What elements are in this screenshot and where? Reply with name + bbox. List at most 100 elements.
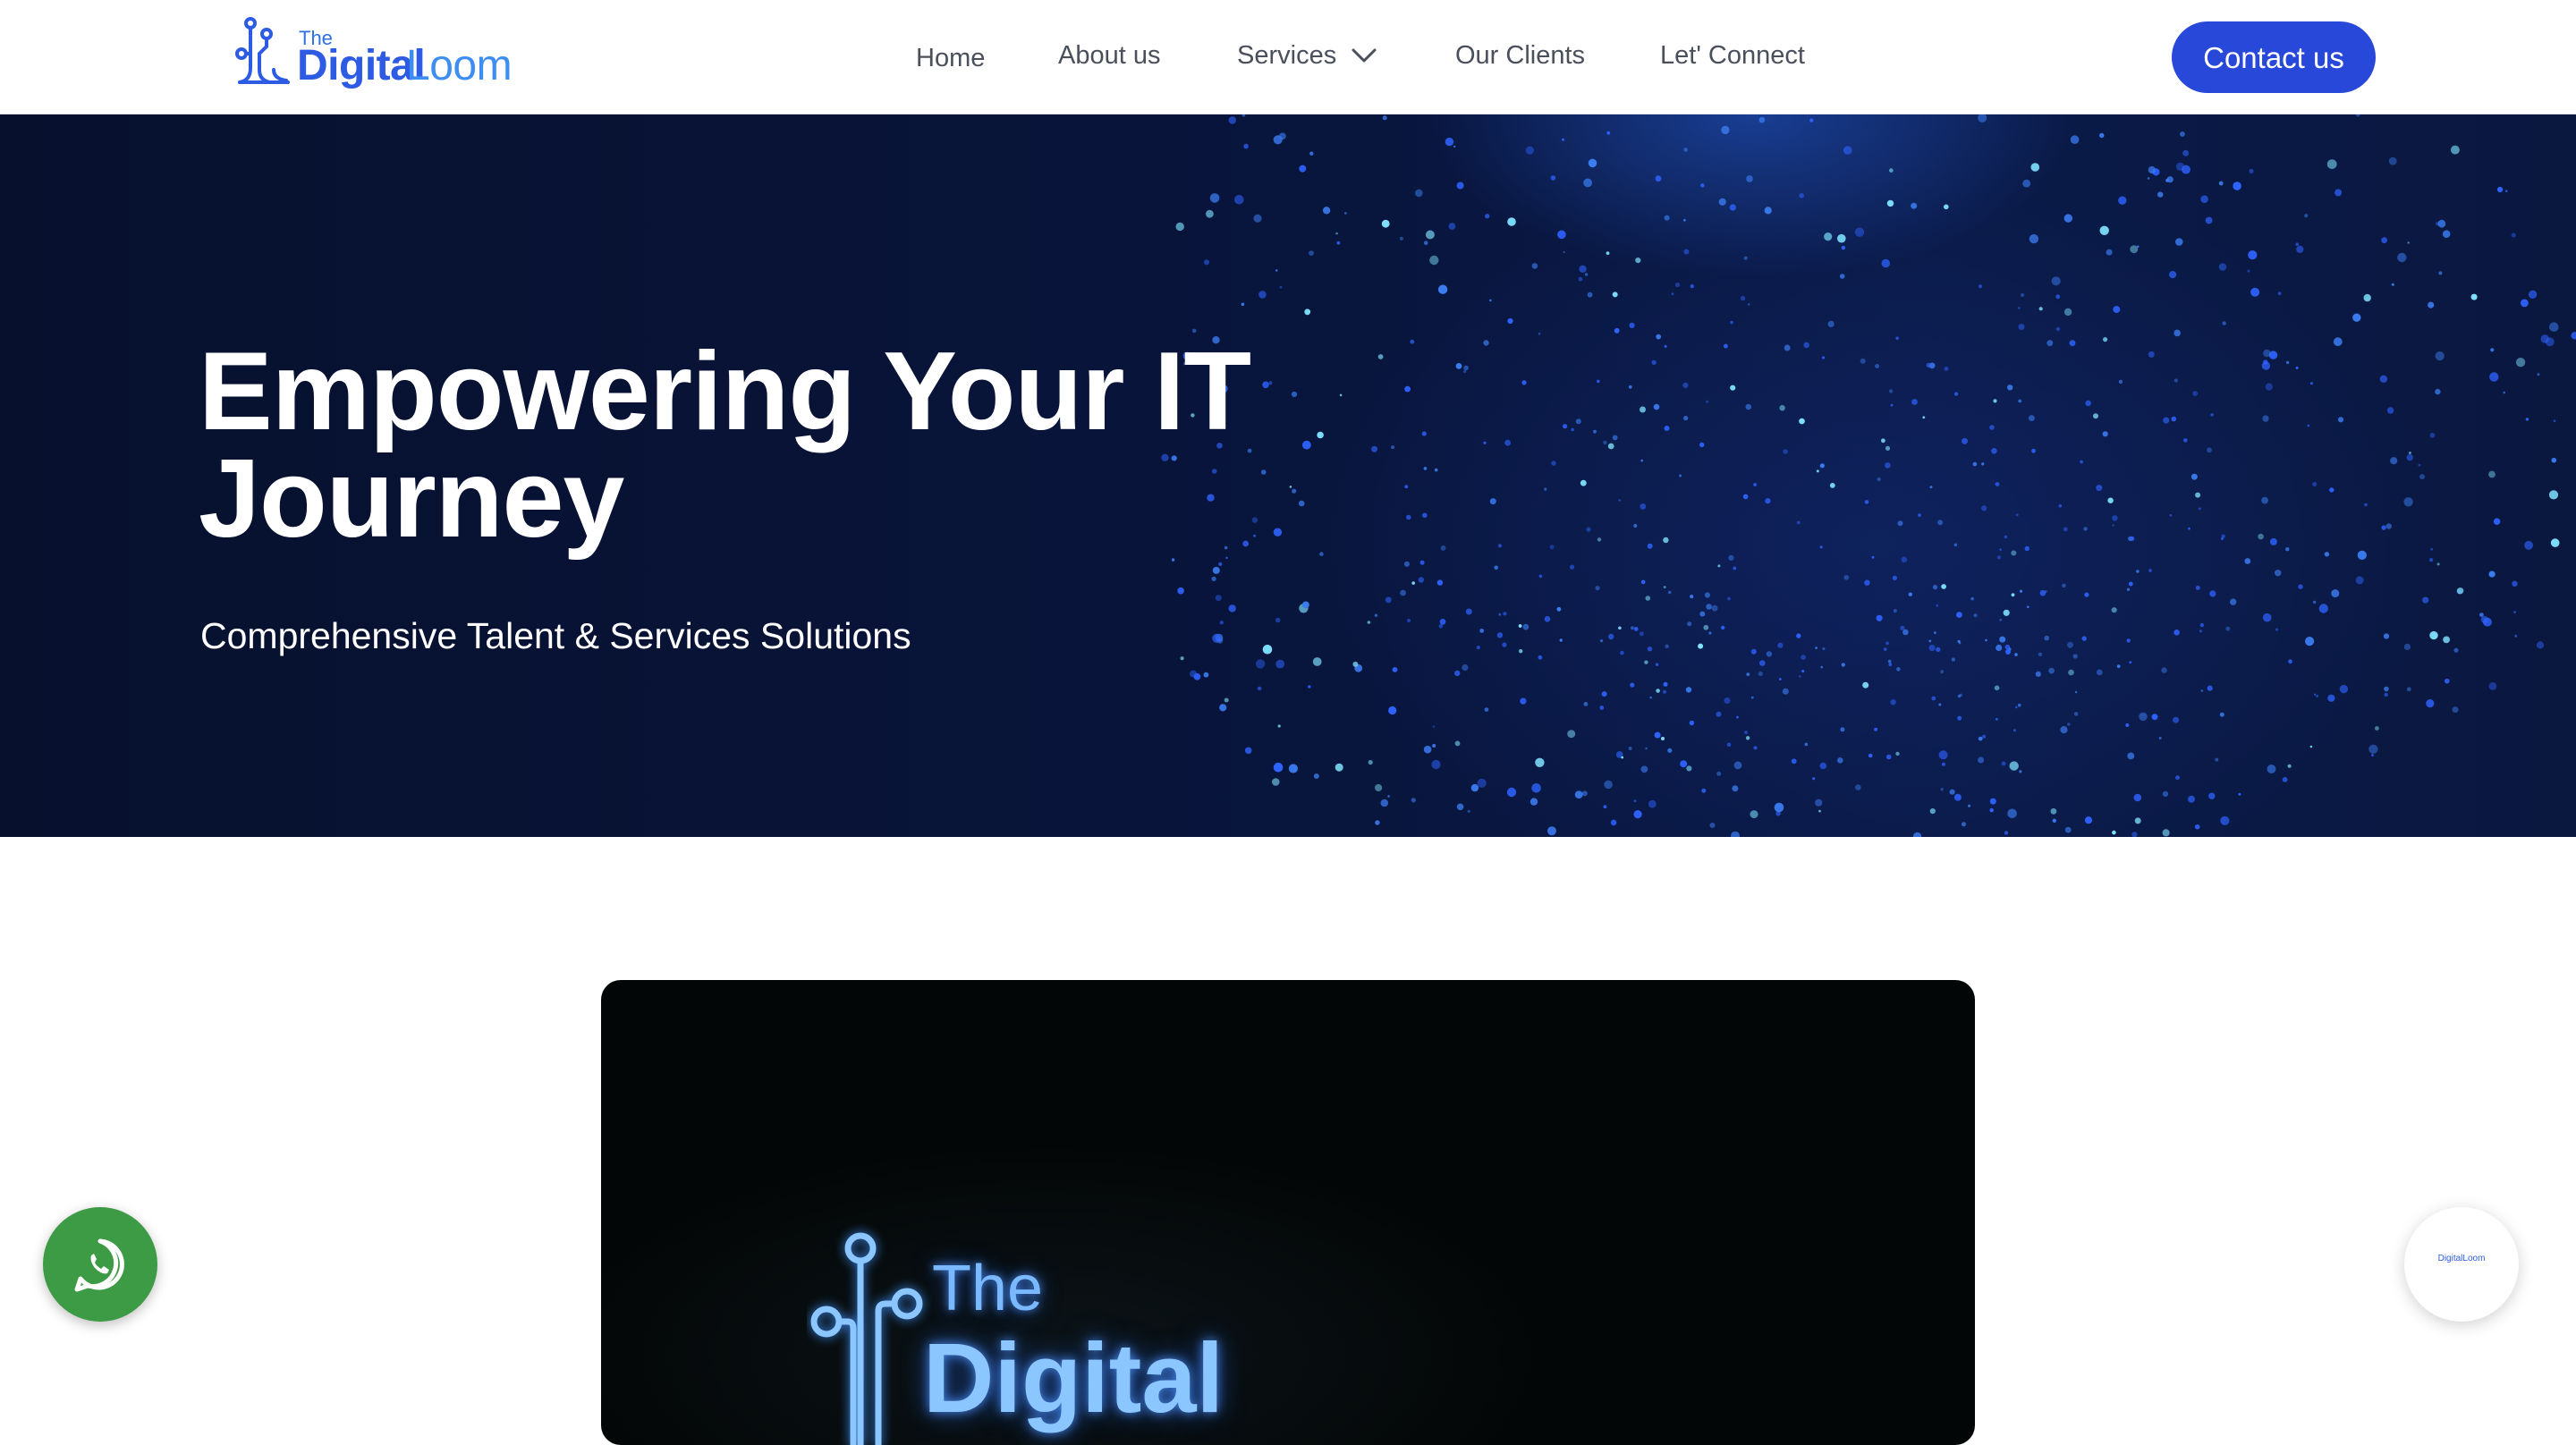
nav-item-services[interactable]: Services — [1237, 41, 1336, 71]
hero-title: Empowering Your IT Journey — [199, 330, 1251, 561]
whatsapp-button[interactable] — [43, 1207, 157, 1322]
particle-dot — [1640, 579, 1646, 585]
particle-dot — [2437, 219, 2446, 228]
particle-dot — [1881, 438, 1885, 444]
particle-dot — [1896, 667, 1901, 672]
particle-dot — [1742, 494, 1749, 500]
particle-dot — [1404, 385, 1411, 393]
particle-dot — [1745, 403, 1752, 410]
particle-dot — [1525, 146, 1534, 155]
particle-dot — [2007, 384, 2013, 391]
chat-widget-logo: DigitalLoom — [2437, 1254, 2486, 1263]
particle-dot — [2158, 737, 2162, 739]
particle-dot — [1686, 765, 1692, 772]
particle-dot — [2029, 233, 2039, 244]
particle-dot — [1344, 212, 1347, 215]
particle-dot — [2406, 687, 2411, 692]
particle-dot — [1999, 548, 2002, 551]
particle-dot — [2355, 114, 2360, 117]
particle-dot — [1689, 720, 1695, 726]
particle-dot — [1886, 199, 1894, 207]
chat-widget-button[interactable]: DigitalLoom — [2404, 1207, 2519, 1322]
particle-dot — [1579, 265, 1587, 273]
contact-us-button[interactable]: Contact us — [2172, 21, 2376, 93]
particle-dot — [1483, 441, 1487, 444]
particle-dot — [1883, 647, 1887, 651]
particle-dot — [2357, 550, 2367, 560]
particle-dot — [2548, 490, 2559, 500]
particle-dot — [1262, 645, 1273, 655]
particle-dot — [1951, 657, 1956, 662]
particle-dot — [1418, 577, 1425, 583]
particle-dot — [2106, 249, 2113, 256]
particle-dot — [1580, 479, 1587, 486]
particle-dot — [2072, 654, 2078, 659]
particle-dot — [1302, 440, 1311, 450]
particle-dot — [1374, 613, 1378, 617]
nav-item-home[interactable]: Home — [916, 44, 985, 73]
particle-dot — [2381, 525, 2386, 530]
particle-dot — [2318, 604, 2328, 613]
particle-dot — [1335, 763, 1343, 772]
particle-dot — [1799, 418, 1805, 425]
particle-dot — [2269, 537, 2277, 545]
particle-dot — [1649, 696, 1652, 699]
nav-item-about-us[interactable]: About us — [1058, 41, 1160, 71]
particle-dot — [1685, 687, 1692, 693]
particle-dot — [1567, 730, 1576, 739]
particle-dot — [2540, 334, 2549, 343]
particle-dot — [1784, 344, 1791, 351]
particle-dot — [1257, 686, 1262, 691]
particle-dot — [2180, 131, 2185, 137]
particle-dot — [1723, 343, 1728, 349]
particle-dot — [1575, 418, 1581, 425]
particle-dot — [1429, 255, 1439, 266]
site-logo[interactable]: The Digital Loom — [234, 14, 521, 95]
particle-dot — [2084, 816, 2093, 824]
intro-video[interactable]: The Digital — [601, 980, 1975, 1445]
particle-dot — [1671, 292, 1674, 295]
particle-dot — [1653, 403, 1660, 410]
particle-dot — [1253, 214, 1262, 223]
particle-dot — [1437, 284, 1448, 294]
particle-dot — [1683, 218, 1686, 222]
particle-dot — [1597, 379, 1600, 384]
particle-dot — [2525, 418, 2529, 421]
nav-item-lets-connect[interactable]: Let' Connect — [1660, 41, 1805, 71]
particle-dot — [2004, 644, 2011, 650]
particle-dot — [1272, 778, 1280, 786]
particle-dot — [2238, 792, 2241, 796]
particle-dot — [1895, 751, 1900, 756]
particle-dot — [2173, 716, 2180, 723]
particle-dot — [1864, 500, 1869, 504]
particle-dot — [2428, 301, 2435, 308]
particle-dot — [1538, 332, 1541, 335]
particle-dot — [1275, 659, 1285, 669]
particle-dot — [1928, 639, 1932, 643]
particle-dot — [2571, 332, 2576, 340]
particle-dot — [2096, 669, 2103, 676]
nav-item-our-clients[interactable]: Our Clients — [1455, 41, 1585, 71]
particle-dot — [2210, 413, 2214, 417]
particle-dot — [1603, 805, 1607, 809]
particle-dot — [1432, 725, 1436, 728]
chevron-down-icon[interactable] — [1351, 46, 1377, 64]
particle-dot — [1521, 380, 1527, 385]
particle-dot — [1291, 391, 1298, 398]
particle-dot — [1612, 435, 1618, 441]
particle-dot — [1654, 731, 1661, 739]
particle-dot — [2250, 287, 2260, 297]
particle-dot — [1530, 798, 1538, 806]
particle-dot — [1445, 137, 1454, 147]
particle-dot — [1228, 604, 1236, 613]
particle-dot — [1750, 648, 1757, 655]
particle-dot — [1489, 299, 1492, 302]
particle-dot — [2055, 294, 2061, 300]
particle-dot — [1309, 250, 1314, 256]
particle-dot — [1635, 258, 1641, 264]
particle-dot — [1209, 193, 1220, 203]
particle-dot — [1599, 706, 1605, 710]
particle-dot — [2051, 276, 2061, 286]
particle-dot — [2007, 808, 2017, 819]
particle-dot — [2334, 189, 2343, 197]
